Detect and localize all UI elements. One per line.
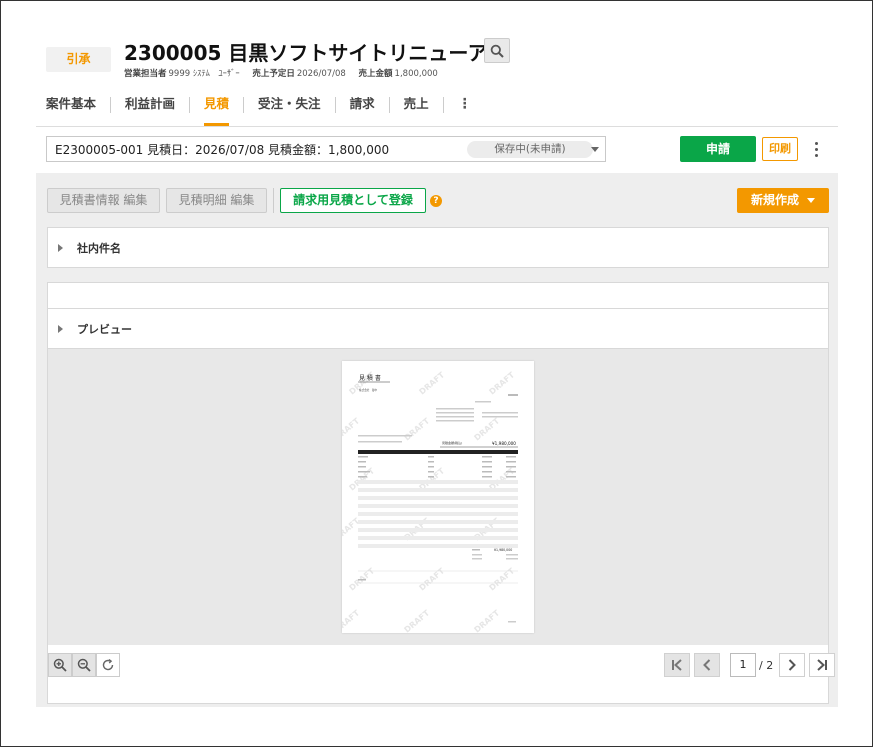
meta-label: 売上金額 — [358, 69, 393, 79]
project-meta: 営業担当者 9999 ｼｽﾃﾑ ﾕｰｻﾞｰ 売上予定日 2026/07/08 売上金… — [124, 67, 448, 79]
chevron-right-icon — [788, 659, 797, 671]
first-page-icon — [672, 659, 682, 671]
svg-text:DRAFT: DRAFT — [403, 416, 432, 442]
estimate-status-pill: 保存中(未申請) — [467, 141, 593, 158]
document-client: 株式会社 御中 — [359, 388, 378, 392]
tab-order[interactable]: 受注・失注 — [244, 92, 335, 126]
document-amount-label: 見積金額(税込) — [442, 440, 462, 445]
svg-text:DRAFT: DRAFT — [418, 370, 447, 396]
next-page-button[interactable] — [779, 653, 806, 677]
internal-name-toggle[interactable]: 社内件名 — [48, 228, 828, 268]
edit-estimate-detail-button[interactable]: 見積明細 編集 — [166, 188, 267, 213]
chevron-down-icon — [591, 147, 599, 152]
print-button[interactable]: 印刷 — [762, 137, 798, 161]
help-icon[interactable]: ? — [430, 195, 442, 207]
estimate-select-value: E2300005-001 見積日：2026/07/08 見積金額：1,800,0… — [55, 142, 390, 157]
tab-sales[interactable]: 売上 — [390, 92, 443, 126]
preview-label: プレビュー — [77, 323, 132, 336]
last-page-icon — [817, 659, 828, 671]
svg-text:DRAFT: DRAFT — [418, 566, 447, 592]
svg-text:DRAFT: DRAFT — [488, 566, 517, 592]
internal-name-label: 社内件名 — [77, 242, 121, 255]
register-billing-estimate-button[interactable]: 請求用見積として登録 — [280, 188, 426, 213]
svg-text:DRAFT: DRAFT — [403, 608, 432, 633]
zoom-in-button[interactable] — [48, 653, 72, 677]
tab-project-basic[interactable]: 案件基本 — [46, 92, 110, 126]
chevron-down-icon — [807, 198, 815, 203]
chevron-left-icon — [703, 659, 711, 671]
estimate-document-preview[interactable]: DRAFT DRAFT DRAFT DRAFT DRAFT DRAFT DRAF… — [342, 361, 534, 633]
preview-toggle[interactable]: プレビュー — [48, 309, 828, 349]
zoom-out-icon — [77, 658, 91, 672]
edit-estimate-info-button[interactable]: 見積書情報 編集 — [47, 188, 160, 213]
page-total: / 2 — [759, 658, 774, 672]
meta-label: 売上予定日 — [252, 69, 295, 79]
meta-value: 1,800,000 — [394, 69, 438, 79]
preview-header: プレビュー — [48, 308, 828, 349]
meta-value: 2026/07/08 — [296, 69, 346, 79]
svg-text:DRAFT: DRAFT — [342, 416, 362, 442]
new-create-button[interactable]: 新規作成 — [737, 188, 829, 213]
first-page-button[interactable] — [664, 653, 690, 677]
tab-estimate[interactable]: 見積 — [190, 92, 243, 126]
tabs-more-icon[interactable]: ⋮ — [444, 92, 486, 126]
document-amount: ¥1,980,000 — [492, 441, 516, 446]
tab-profit-plan[interactable]: 利益計画 — [111, 92, 189, 126]
svg-text:DRAFT: DRAFT — [473, 416, 502, 442]
last-page-button[interactable] — [809, 653, 836, 677]
caret-right-icon — [58, 325, 63, 333]
document-sheet-graphic: DRAFT DRAFT DRAFT DRAFT DRAFT DRAFT DRAF… — [342, 370, 518, 633]
refresh-icon — [102, 658, 114, 671]
document-heading: 見 積 書 — [359, 374, 381, 382]
zoom-in-icon — [53, 658, 67, 672]
apply-button[interactable]: 申請 — [680, 136, 756, 162]
zoom-controls — [48, 653, 120, 677]
caret-right-icon — [58, 244, 63, 252]
more-options-icon[interactable] — [808, 137, 824, 161]
svg-text:DRAFT: DRAFT — [342, 608, 362, 633]
tab-bar: 案件基本 利益計画 見積 受注・失注 請求 売上 ⋮ — [46, 92, 486, 126]
status-badge: 引承 — [46, 47, 111, 72]
search-button[interactable] — [484, 38, 510, 63]
zoom-out-button[interactable] — [72, 653, 96, 677]
draft-watermark: DRAFT DRAFT DRAFT DRAFT DRAFT DRAFT DRAF… — [342, 370, 517, 633]
toolbar-divider — [273, 188, 274, 213]
reset-zoom-button[interactable] — [96, 653, 120, 677]
tabs-underline — [36, 126, 838, 127]
new-create-label: 新規作成 — [750, 193, 799, 207]
meta-value: 9999 ｼｽﾃﾑ ﾕｰｻﾞｰ — [168, 69, 240, 79]
svg-text:DRAFT: DRAFT — [488, 370, 517, 396]
meta-label: 営業担当者 — [124, 69, 167, 79]
estimate-select[interactable]: E2300005-001 見積日：2026/07/08 見積金額：1,800,0… — [46, 136, 606, 162]
internal-name-panel: 社内件名 — [47, 227, 829, 268]
page-title: 2300005 目黒ソフトサイトリニューアル — [124, 41, 508, 65]
search-icon — [490, 44, 504, 58]
document-total: ¥1,980,000 — [494, 548, 512, 552]
svg-text:DRAFT: DRAFT — [473, 608, 502, 633]
tab-billing[interactable]: 請求 — [336, 92, 389, 126]
prev-page-button[interactable] — [694, 653, 720, 677]
page-number-input[interactable]: 1 — [730, 653, 756, 677]
pagination: 1 / 2 — [664, 653, 839, 677]
